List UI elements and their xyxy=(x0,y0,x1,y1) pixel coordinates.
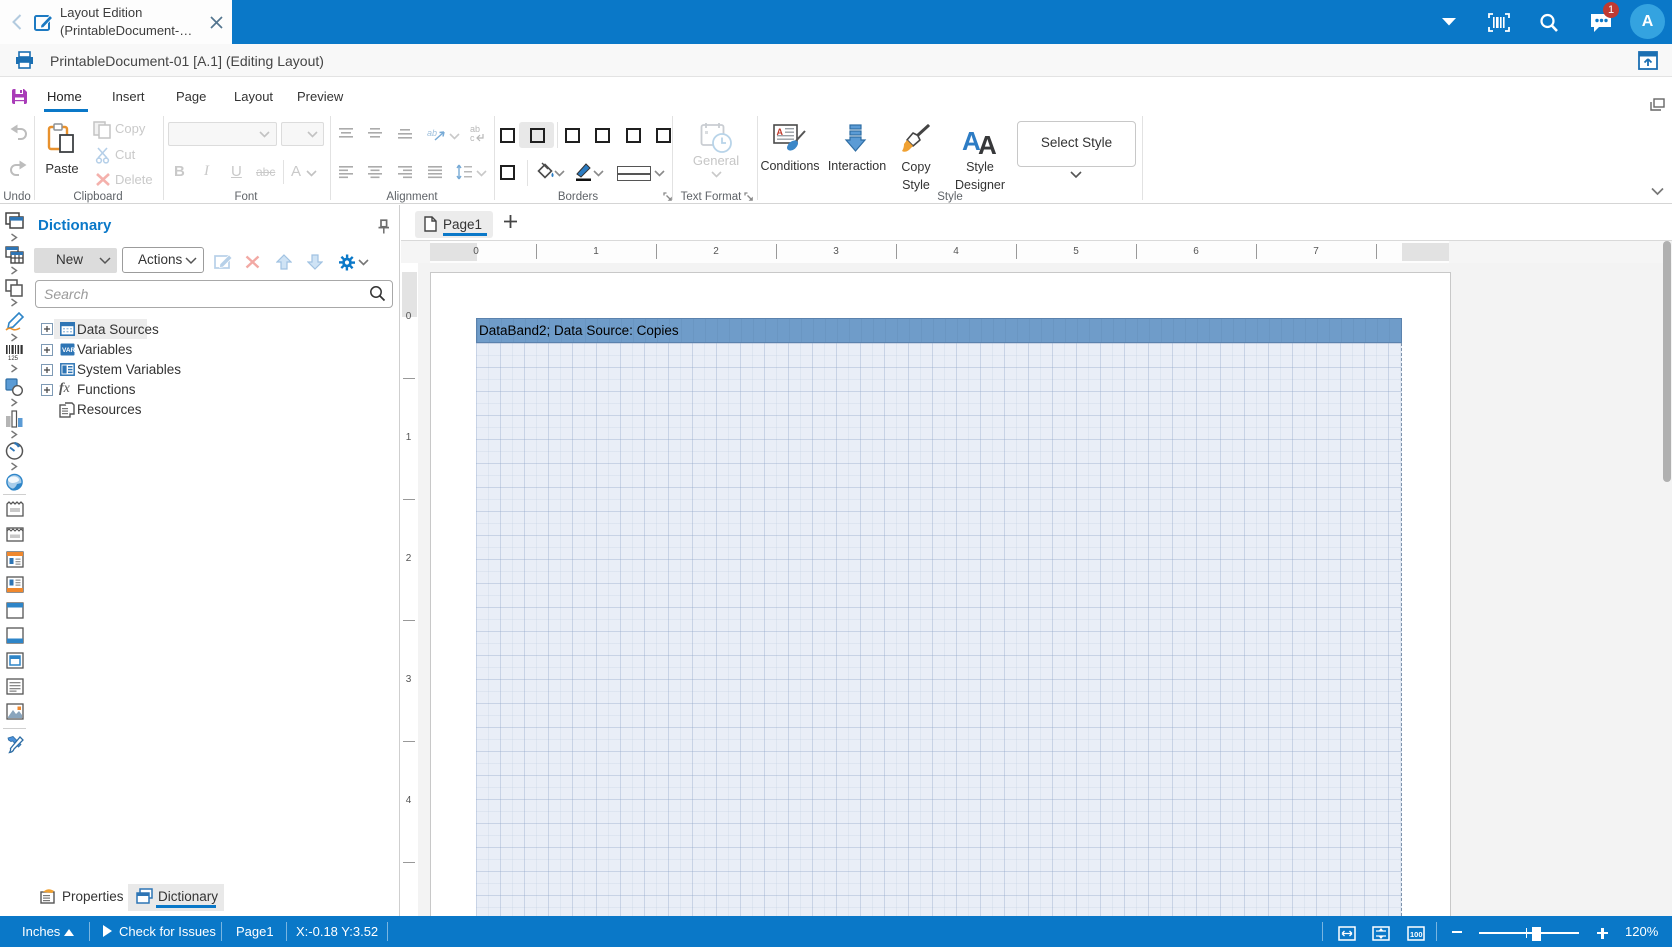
svg-text:100: 100 xyxy=(1410,930,1423,939)
svg-text:125: 125 xyxy=(8,356,19,361)
svg-text:ab: ab xyxy=(427,128,437,138)
svg-text:VAR: VAR xyxy=(62,347,75,354)
svg-text:c: c xyxy=(470,133,475,143)
